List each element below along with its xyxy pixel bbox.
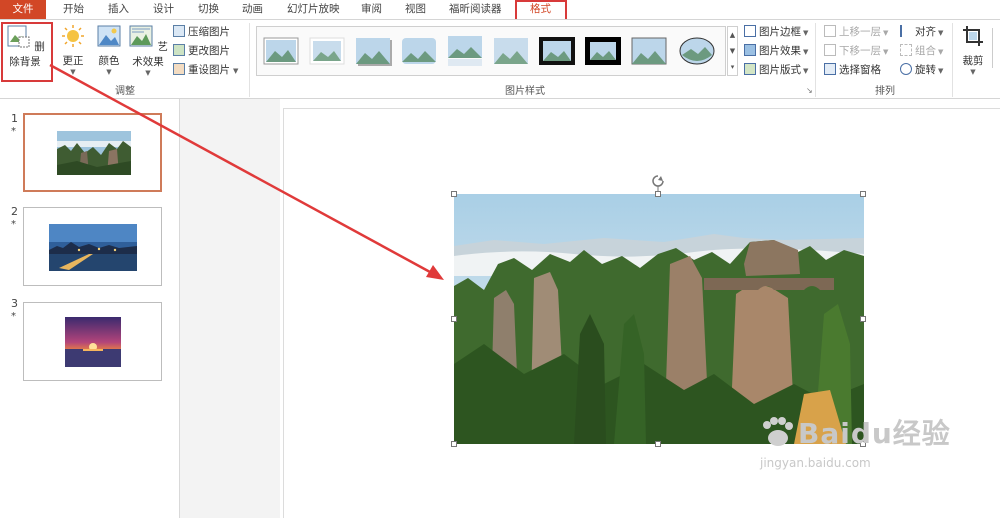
watermark-brand: Baidu经验 — [798, 417, 951, 450]
paw-icon — [763, 417, 793, 446]
watermark-url: jingyan.baidu.com — [760, 456, 871, 470]
baidu-watermark: Baidu经验 jingyan.baidu.com — [760, 412, 951, 470]
